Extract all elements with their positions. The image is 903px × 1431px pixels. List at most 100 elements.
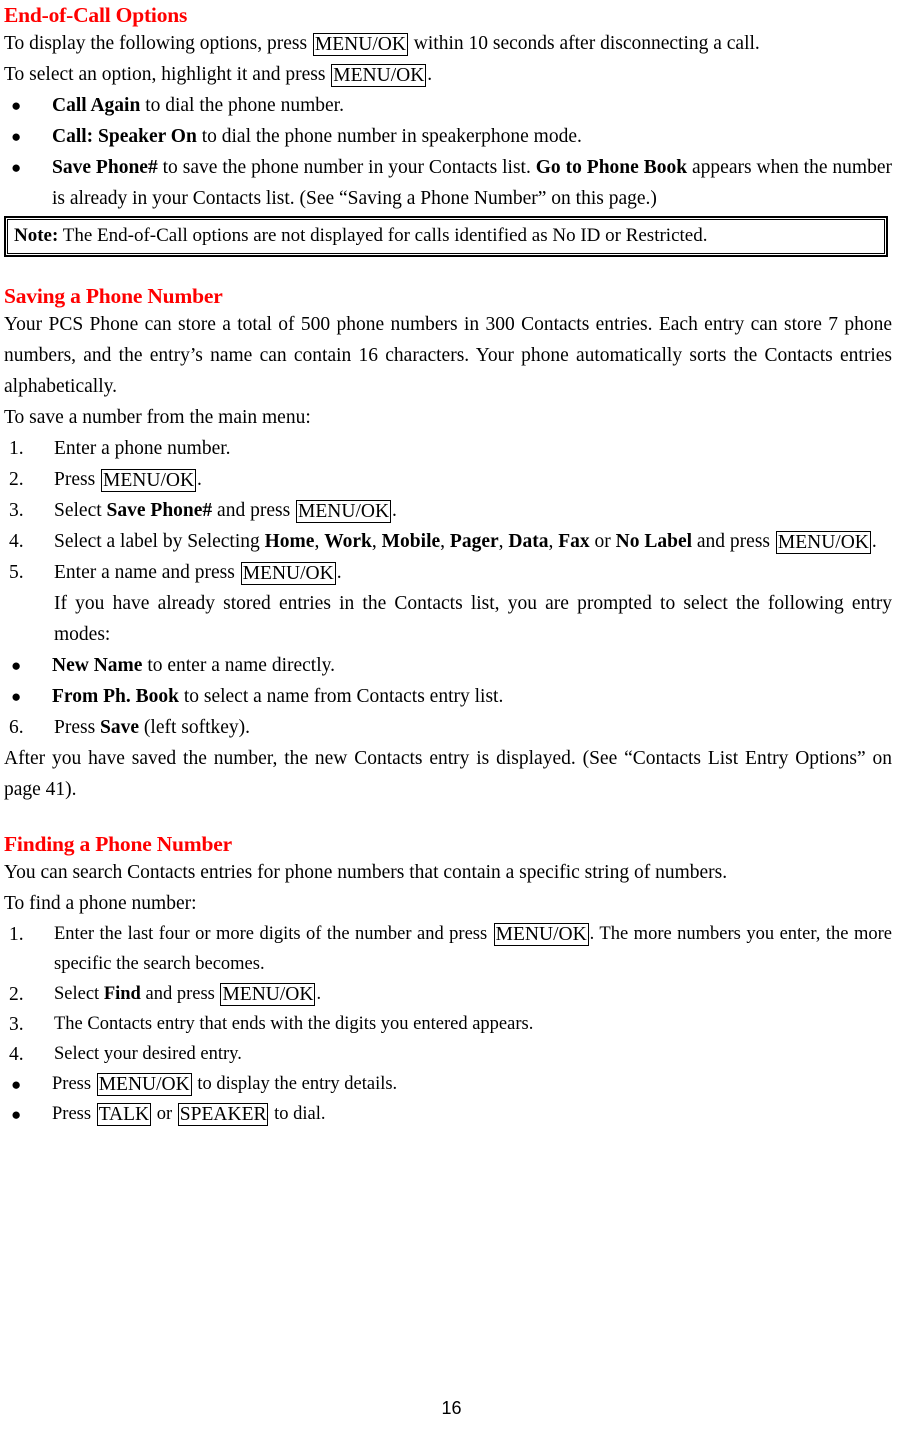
step-text: Select your desired entry. bbox=[54, 1044, 242, 1064]
intro-text-b: within 10 seconds after disconnecting a … bbox=[408, 33, 760, 54]
action-text-post: to display the entry details. bbox=[192, 1074, 398, 1094]
intro2-text-b: . bbox=[427, 64, 433, 85]
bullet-icon: ● bbox=[11, 1105, 22, 1124]
option-desc: to save the phone number in your Contact… bbox=[157, 157, 536, 178]
page-content: End-of-Call Options To display the follo… bbox=[4, 2, 892, 1129]
step-text-pre: Press bbox=[54, 717, 101, 738]
note-callout: Note: The End-of-Call options are not di… bbox=[4, 216, 888, 257]
list-item: ● From Ph. Book to select a name from Con… bbox=[4, 681, 892, 712]
softkey-save: Save bbox=[100, 717, 140, 738]
option-name: Call Again bbox=[52, 95, 141, 116]
step-text-pre: Select bbox=[54, 984, 104, 1004]
finding-lead-in: To find a phone number: bbox=[4, 893, 197, 914]
page-number: 16 bbox=[441, 1398, 462, 1418]
action-text-mid: or bbox=[152, 1104, 177, 1124]
step-text-post: . bbox=[316, 984, 322, 1004]
numbered-step: 4. Select a label by Selecting Home, Work… bbox=[4, 526, 892, 557]
intro-text-a: To display the following options, press bbox=[4, 33, 312, 54]
keycap-menu-ok: MENU/OK bbox=[96, 1073, 192, 1096]
note-text: The End-of-Call options are not displaye… bbox=[58, 225, 708, 246]
numbered-step: 2. Select Find and press MENU/OK. bbox=[4, 979, 892, 1009]
numbered-step: 5. Enter a name and press MENU/OK. bbox=[4, 557, 892, 588]
option-name-secondary: Go to Phone Book bbox=[535, 157, 688, 178]
numbered-step: 4. Select your desired entry. bbox=[4, 1039, 892, 1069]
document-page: End-of-Call Options To display the follo… bbox=[0, 0, 903, 1431]
step-number: 5. bbox=[9, 562, 24, 583]
keycap-speaker: SPEAKER bbox=[177, 1103, 269, 1126]
option-desc: to dial the phone number. bbox=[140, 95, 344, 116]
bullet-icon: ● bbox=[11, 158, 22, 177]
step-text-pre: Select a label by Selecting bbox=[54, 531, 265, 552]
label-option-mobile: Mobile bbox=[381, 531, 441, 552]
menu-option-save-phone: Save Phone# bbox=[106, 500, 213, 521]
entry-mode-new-name: New Name bbox=[52, 655, 143, 676]
label-option-no-label: No Label bbox=[615, 531, 693, 552]
list-item: ● Call Again to dial the phone number. bbox=[4, 90, 892, 121]
note-label: Note: bbox=[14, 225, 59, 246]
keycap-menu-ok: MENU/OK bbox=[493, 923, 589, 946]
numbered-step: 1. Enter a phone number. bbox=[4, 433, 892, 464]
step-text-mid: and press bbox=[140, 984, 220, 1004]
keycap-menu-ok: MENU/OK bbox=[220, 983, 316, 1006]
bullet-icon: ● bbox=[11, 656, 22, 675]
step-text: The Contacts entry that ends with the di… bbox=[54, 1014, 534, 1034]
conjunction: or bbox=[589, 531, 616, 552]
step-text-pre: Press bbox=[54, 469, 101, 490]
numbered-step: 6. Press Save (left softkey). bbox=[4, 712, 892, 743]
action-text-pre: Press bbox=[52, 1074, 96, 1094]
end-of-call-intro-line-2: To select an option, highlight it and pr… bbox=[4, 59, 892, 90]
action-text-post: to dial. bbox=[269, 1104, 326, 1124]
comma-sep: , bbox=[440, 531, 450, 552]
comma-sep: , bbox=[498, 531, 509, 552]
step-number: 4. bbox=[9, 1044, 24, 1065]
numbered-step: 3. Select Save Phone# and press MENU/OK. bbox=[4, 495, 892, 526]
option-name: Save Phone# bbox=[52, 157, 158, 178]
step-text-pre: Select bbox=[54, 500, 107, 521]
comma-sep: , bbox=[314, 531, 325, 552]
label-option-work: Work bbox=[324, 531, 372, 552]
step-text-post: . bbox=[197, 469, 202, 490]
note-callout-inner: Note: The End-of-Call options are not di… bbox=[7, 219, 885, 254]
label-option-home: Home bbox=[264, 531, 315, 552]
keycap-menu-ok: MENU/OK bbox=[775, 531, 871, 554]
saving-closing-paragraph: After you have saved the number, the new… bbox=[4, 748, 892, 800]
saving-paragraph: Your PCS Phone can store a total of 500 … bbox=[4, 314, 892, 397]
list-item: ● Call: Speaker On to dial the phone numb… bbox=[4, 121, 892, 152]
keycap-talk: TALK bbox=[96, 1103, 152, 1126]
step-text: Enter a phone number. bbox=[54, 438, 231, 459]
label-option-data: Data bbox=[508, 531, 549, 552]
keycap-menu-ok: MENU/OK bbox=[331, 64, 427, 87]
keycap-menu-ok: MENU/OK bbox=[312, 33, 408, 56]
list-item: ● Save Phone# to save the phone number in… bbox=[4, 152, 892, 214]
bullet-icon: ● bbox=[11, 687, 22, 706]
intro2-text-a: To select an option, highlight it and pr… bbox=[4, 64, 331, 85]
step-number: 3. bbox=[9, 500, 24, 521]
menu-option-find: Find bbox=[103, 984, 141, 1004]
heading-finding-phone-number: Finding a Phone Number bbox=[4, 832, 232, 856]
bullet-icon: ● bbox=[11, 127, 22, 146]
step-number: 3. bbox=[9, 1014, 24, 1035]
end-of-call-intro-line-1: To display the following options, press … bbox=[4, 28, 892, 59]
saving-lead-in: To save a number from the main menu: bbox=[4, 407, 311, 428]
list-item: ● New Name to enter a name directly. bbox=[4, 650, 892, 681]
entry-mode-desc: to select a name from Contacts entry lis… bbox=[178, 686, 504, 707]
numbered-step: 3. The Contacts entry that ends with the … bbox=[4, 1009, 892, 1039]
entry-mode-from-ph-book: From Ph. Book bbox=[52, 686, 179, 707]
step-number: 2. bbox=[9, 469, 24, 490]
bullet-icon: ● bbox=[11, 96, 22, 115]
numbered-step: 1. Enter the last four or more digits of … bbox=[4, 919, 892, 979]
entry-mode-desc: to enter a name directly. bbox=[142, 655, 335, 676]
option-name: Call: Speaker On bbox=[52, 126, 197, 147]
step-number: 2. bbox=[9, 984, 24, 1005]
keycap-menu-ok: MENU/OK bbox=[296, 500, 392, 523]
comma-sep: , bbox=[371, 531, 382, 552]
list-item: ● Press TALK or SPEAKER to dial. bbox=[4, 1099, 892, 1129]
keycap-menu-ok: MENU/OK bbox=[240, 562, 336, 585]
step-continuation-text: If you have already stored entries in th… bbox=[54, 593, 892, 645]
step-number: 1. bbox=[9, 438, 24, 459]
keycap-menu-ok: MENU/OK bbox=[101, 469, 197, 492]
step-text-post: . bbox=[871, 531, 877, 552]
numbered-step: 2. Press MENU/OK. bbox=[4, 464, 892, 495]
step-text-mid: and press bbox=[212, 500, 296, 521]
